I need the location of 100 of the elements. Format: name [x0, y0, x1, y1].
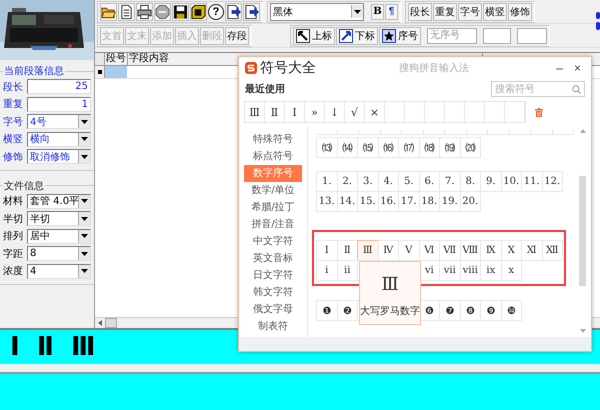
symbol-cell[interactable]: √	[345, 102, 365, 122]
toolbar-button[interactable]: 存段	[225, 26, 249, 44]
symbol-cell[interactable]: Ⅲ	[357, 240, 378, 261]
dropdown[interactable]: 8	[27, 246, 91, 262]
symbol-cell[interactable]: 1.	[316, 171, 338, 192]
preview-text: Ⅱ	[36, 332, 57, 362]
category-item[interactable]: 希腊/拉丁	[244, 199, 302, 216]
toolbar-button[interactable]: 字号	[458, 2, 482, 20]
symbol-cell[interactable]: ⒁	[336, 137, 358, 158]
dropdown[interactable]: 居中	[27, 228, 91, 244]
category-item[interactable]: 数学/单位	[244, 182, 302, 199]
symbol-cell[interactable]: Ⅰ	[285, 102, 305, 122]
dropdown-button[interactable]	[78, 194, 90, 208]
dropdown-button[interactable]	[78, 247, 90, 260]
toolbar-button[interactable]: 重复	[433, 2, 457, 20]
toolbar-button[interactable]: 上标	[293, 26, 335, 44]
dropdown-button[interactable]	[78, 264, 90, 278]
category-item[interactable]: 中文字符	[244, 233, 302, 250]
symbol-cell[interactable]: ⒄	[398, 137, 420, 158]
symbol-cell[interactable]: Ⅺ	[521, 240, 542, 261]
symbol-cell[interactable]: ❶	[316, 300, 338, 321]
category-item[interactable]: 韩文字符	[244, 284, 302, 301]
category-item[interactable]: 日文字符	[244, 267, 302, 284]
dropdown-button[interactable]	[78, 230, 90, 243]
help-button[interactable]: ?	[208, 4, 224, 20]
font-dropdown[interactable]: 黑体	[270, 2, 364, 20]
dropdown[interactable]: 横向	[27, 132, 91, 147]
dialog-title: 符号大全	[260, 59, 316, 77]
toolbar-button[interactable]	[225, 2, 242, 20]
scrollbar[interactable]	[578, 129, 587, 333]
tooltip-symbol: Ⅲ	[381, 274, 399, 295]
toolbar-button[interactable]	[190, 2, 207, 20]
symbol-cell[interactable]: »	[305, 102, 325, 122]
input-field[interactable]: 1	[27, 96, 91, 112]
symbol-cell[interactable]: 10.	[500, 171, 522, 192]
input-field[interactable]: 25	[27, 79, 91, 94]
category-item[interactable]: 俄文字母	[244, 301, 302, 318]
delete-button[interactable]	[535, 108, 543, 116]
dropdown[interactable]: 半切	[27, 211, 91, 226]
toolbar-button[interactable]: 段长	[408, 2, 432, 20]
symbol-cell[interactable]: ⒅	[418, 137, 440, 158]
input-field[interactable]	[517, 28, 547, 44]
input-field[interactable]: 无序号	[427, 28, 477, 44]
minimize-button[interactable]: –	[552, 61, 567, 75]
scrollbar-thumb[interactable]	[105, 318, 117, 328]
symbol-cell[interactable]: ⅹ	[500, 260, 522, 281]
input-field[interactable]	[483, 28, 511, 44]
symbol-cell[interactable]: ❿	[500, 300, 522, 321]
toolbar-button[interactable]: 横竖	[483, 2, 507, 20]
symbol-cell[interactable]: ❼	[439, 300, 460, 321]
symbol-cell[interactable]: ⒀	[316, 137, 338, 158]
symbol-cell[interactable]: Ⅲ	[245, 102, 265, 122]
toolbar-button[interactable]	[243, 2, 260, 20]
column-header[interactable]: 段号	[105, 53, 128, 65]
symbol-cell[interactable]: ⒃	[378, 137, 399, 158]
symbol-cell[interactable]: 12.	[542, 171, 563, 192]
dropdown[interactable]: 4	[27, 264, 91, 279]
symbol-cell[interactable]: 11.	[521, 171, 542, 192]
symbol-cell[interactable]: ❾	[480, 300, 502, 321]
dropdown-button[interactable]	[78, 132, 90, 146]
dropdown[interactable]: 取消修饰	[27, 149, 91, 164]
table-cell[interactable]	[105, 66, 127, 78]
symbol-cell[interactable]: ⒆	[439, 137, 460, 158]
paragraph-button[interactable]: ¶	[385, 4, 398, 20]
symbol-cell[interactable]: 20.	[460, 191, 481, 212]
symbol-cell[interactable]: 13.	[316, 191, 338, 212]
scrollbar-thumb[interactable]	[579, 176, 586, 286]
symbol-cell[interactable]: ⒂	[357, 137, 378, 158]
toolbar-button[interactable]: 序号	[379, 26, 421, 44]
symbol-cell[interactable]: ❻	[418, 300, 440, 321]
toolbar-button[interactable]	[136, 2, 153, 20]
symbol-cell[interactable]: 9.	[480, 171, 502, 192]
symbol-cell[interactable]: Ⅱ	[265, 102, 285, 122]
dropdown-button[interactable]	[78, 115, 90, 128]
symbol-cell[interactable]: ×	[365, 102, 385, 122]
symbol-cell[interactable]: ⒇	[460, 137, 481, 158]
symbol-cell[interactable]: ⅰ	[316, 260, 338, 281]
search-field[interactable]: 搜索符号	[491, 81, 585, 97]
category-item[interactable]: 特殊符号	[244, 131, 302, 148]
toolbar-button[interactable]: 下标	[336, 26, 378, 44]
symbol-cell[interactable]: ↓	[325, 102, 345, 122]
category-item[interactable]: 标点符号	[244, 148, 302, 165]
bold-button[interactable]: B	[371, 4, 384, 20]
dropdown-button[interactable]	[78, 150, 90, 164]
symbol-cell[interactable]: ❷	[336, 300, 358, 321]
symbol-cell[interactable]: Ⅻ	[542, 240, 563, 261]
category-item[interactable]: 拼音/注音	[244, 216, 302, 233]
dropdown-button[interactable]	[351, 5, 363, 18]
toolbar-button[interactable]	[172, 2, 189, 20]
toolbar-button[interactable]	[118, 2, 135, 20]
toolbar-button[interactable]	[100, 2, 117, 20]
dropdown-button[interactable]	[78, 212, 90, 226]
symbol-cell[interactable]: ❽	[460, 300, 481, 321]
category-item[interactable]: 制表符	[244, 318, 302, 335]
toolbar-button[interactable]: 修饰	[508, 2, 532, 20]
close-button[interactable]: ×	[570, 61, 585, 75]
symbol-cell[interactable]: Ⅰ	[316, 240, 338, 261]
dropdown[interactable]: 4号	[27, 114, 91, 130]
up-arrow-icon	[580, 129, 586, 133]
category-item[interactable]: 英文音标	[244, 250, 302, 267]
